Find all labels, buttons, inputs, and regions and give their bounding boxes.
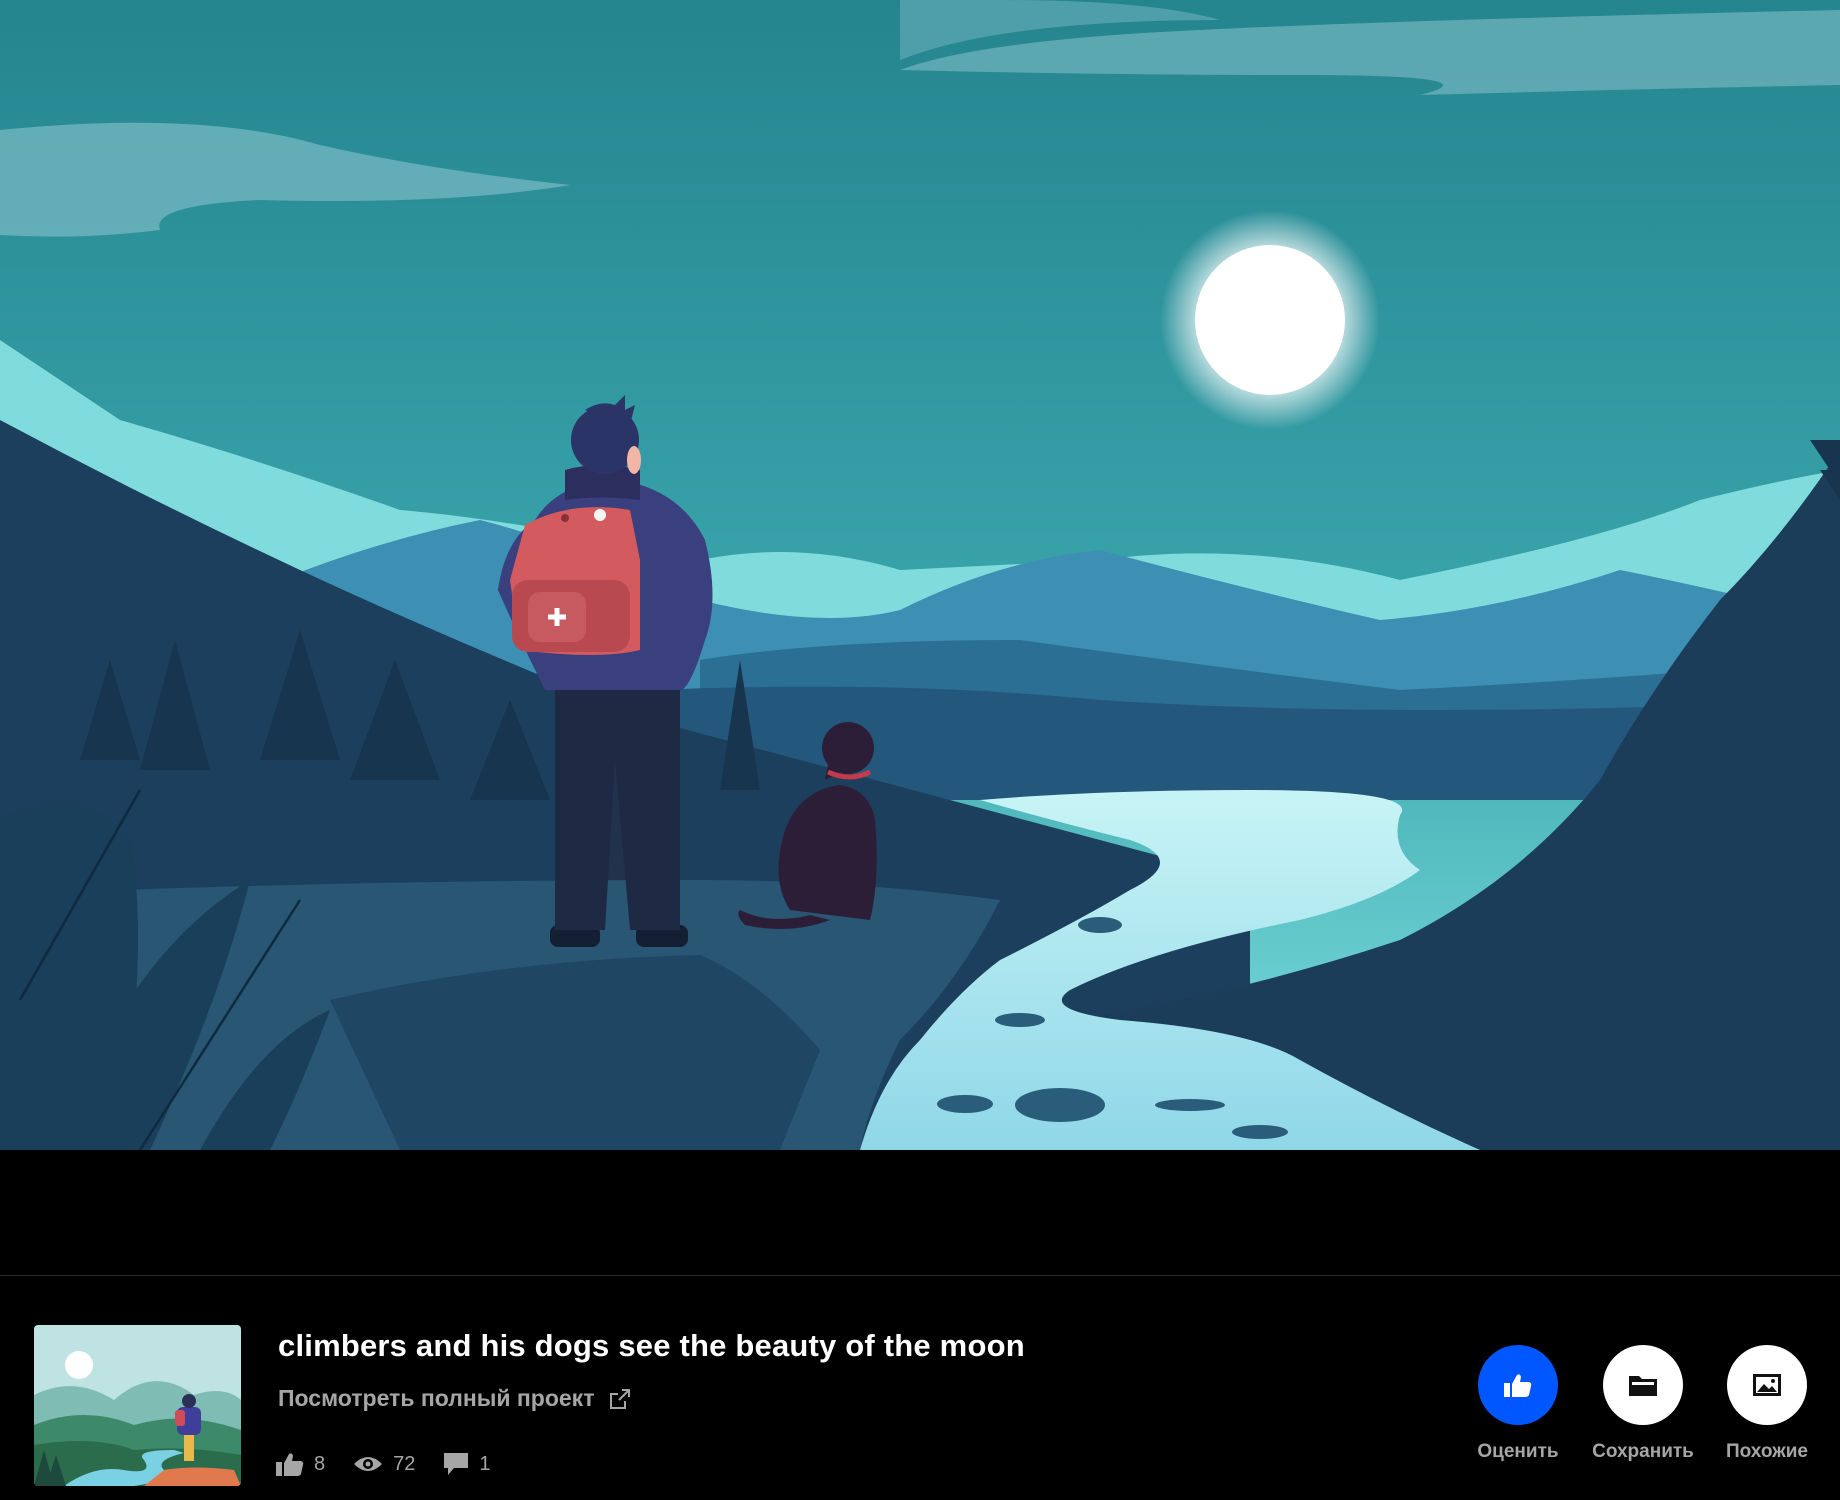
image-icon (1753, 1374, 1781, 1396)
similar-button[interactable]: Похожие (1702, 1345, 1832, 1463)
appreciate-button[interactable]: Оценить (1453, 1345, 1583, 1463)
folder-icon (1629, 1376, 1657, 1396)
view-full-project-label: Посмотреть полный проект (278, 1385, 595, 1411)
similar-circle[interactable] (1727, 1345, 1807, 1425)
project-title[interactable]: climbers and his dogs see the beauty of … (278, 1328, 1025, 1364)
project-thumbnail[interactable] (34, 1325, 241, 1486)
views-stat: 72 (353, 1453, 415, 1476)
save-label: Сохранить (1592, 1441, 1694, 1462)
likes-count: 8 (314, 1452, 326, 1475)
view-full-project-link[interactable]: Посмотреть полный проект (278, 1385, 632, 1412)
thumbs-up-icon (276, 1453, 304, 1476)
project-info-bar: climbers and his dogs see the beauty of … (0, 1276, 1840, 1500)
save-button[interactable]: Сохранить (1578, 1345, 1708, 1463)
thumbs-up-icon (1504, 1374, 1532, 1397)
comments-count: 1 (479, 1452, 491, 1475)
comments-stat: 1 (443, 1452, 491, 1476)
external-link-icon (610, 1388, 631, 1409)
eye-icon (354, 1457, 383, 1471)
comment-icon (444, 1453, 469, 1475)
save-circle[interactable] (1603, 1345, 1683, 1425)
views-count: 72 (393, 1452, 416, 1475)
project-stats: 8 72 1 (276, 1451, 519, 1477)
appreciate-label: Оценить (1477, 1441, 1559, 1462)
project-image[interactable] (0, 0, 1840, 1150)
similar-label: Похожие (1726, 1441, 1808, 1462)
likes-stat: 8 (276, 1451, 325, 1477)
appreciate-circle[interactable] (1478, 1345, 1558, 1425)
